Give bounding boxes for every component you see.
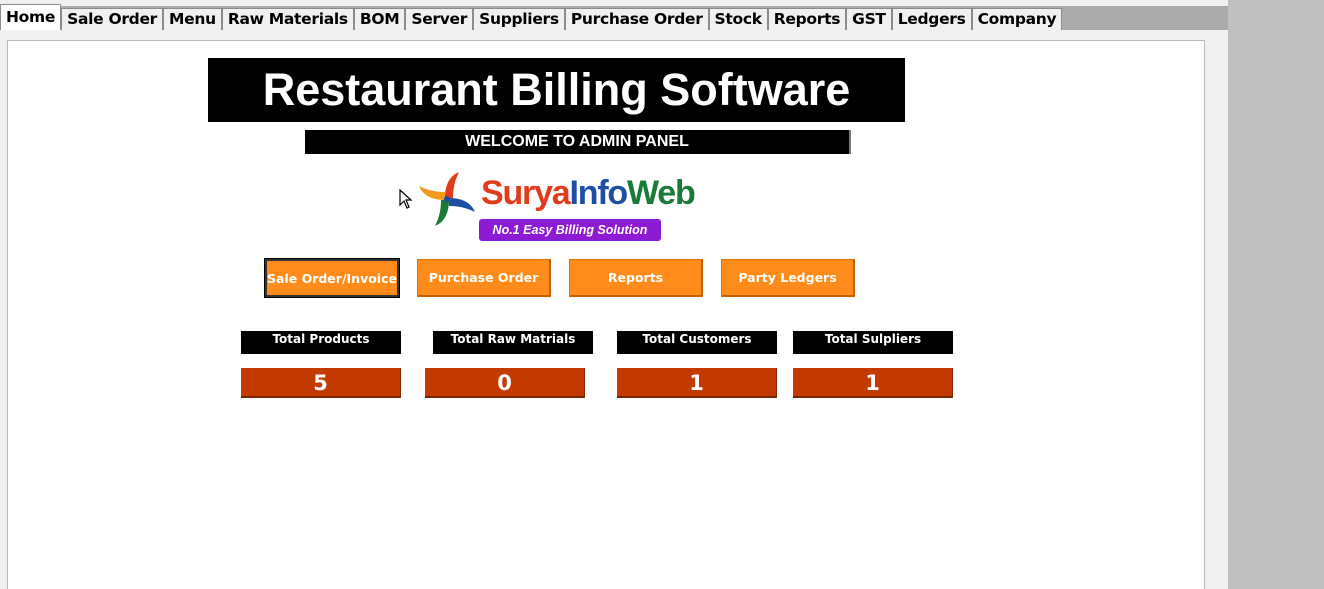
sale-order-invoice-button[interactable]: Sale Order/Invoice bbox=[264, 258, 400, 298]
logo-word-3: Web bbox=[627, 174, 696, 212]
tab-home[interactable]: Home bbox=[0, 4, 62, 30]
party-ledgers-button[interactable]: Party Ledgers bbox=[721, 259, 855, 297]
tab-sale-order[interactable]: Sale Order bbox=[61, 8, 164, 30]
stat-label-total-suppliers: Total Sulpliers bbox=[793, 331, 953, 354]
stat-value-total-raw-materials: 0 bbox=[425, 368, 585, 398]
tab-suppliers[interactable]: Suppliers bbox=[473, 8, 565, 30]
stat-value-total-suppliers: 1 bbox=[793, 368, 953, 398]
logo-tagline: No.1 Easy Billing Solution bbox=[479, 219, 661, 241]
stat-label-total-products: Total Products bbox=[241, 331, 401, 354]
tab-stock[interactable]: Stock bbox=[708, 8, 768, 30]
page-title: Restaurant Billing Software bbox=[208, 58, 905, 122]
logo-word-1: Surya bbox=[481, 174, 571, 212]
tab-reports[interactable]: Reports bbox=[767, 8, 847, 30]
tab-menu[interactable]: Menu bbox=[163, 8, 222, 30]
reports-button[interactable]: Reports bbox=[569, 259, 703, 297]
tab-purchase-order[interactable]: Purchase Order bbox=[564, 8, 709, 30]
logo-word-2: Info bbox=[569, 174, 629, 212]
stat-value-total-products: 5 bbox=[241, 368, 401, 398]
welcome-banner: WELCOME TO ADMIN PANEL bbox=[305, 130, 851, 154]
home-panel bbox=[7, 40, 1205, 589]
app-window: Home Sale Order Menu Raw Materials BOM S… bbox=[0, 0, 1228, 589]
company-logo: SuryaInfoWeb No.1 Easy Billing Solution bbox=[415, 168, 745, 244]
tab-ledgers[interactable]: Ledgers bbox=[891, 8, 972, 30]
tab-raw-materials[interactable]: Raw Materials bbox=[221, 8, 354, 30]
stat-label-total-raw-materials: Total Raw Matrials bbox=[433, 331, 593, 354]
tab-company[interactable]: Company bbox=[971, 8, 1063, 30]
tab-gst[interactable]: GST bbox=[846, 8, 892, 30]
tab-bom[interactable]: BOM bbox=[353, 8, 406, 30]
tab-strip: Home Sale Order Menu Raw Materials BOM S… bbox=[0, 4, 1228, 30]
stat-label-total-customers: Total Customers bbox=[617, 331, 777, 354]
mouse-cursor-icon bbox=[399, 189, 413, 209]
tab-server[interactable]: Server bbox=[405, 8, 474, 30]
logo-wordmark: SuryaInfoWeb bbox=[481, 174, 696, 213]
stat-value-total-customers: 1 bbox=[617, 368, 777, 398]
swastik-logo-icon bbox=[419, 172, 475, 226]
purchase-order-button[interactable]: Purchase Order bbox=[417, 259, 551, 297]
